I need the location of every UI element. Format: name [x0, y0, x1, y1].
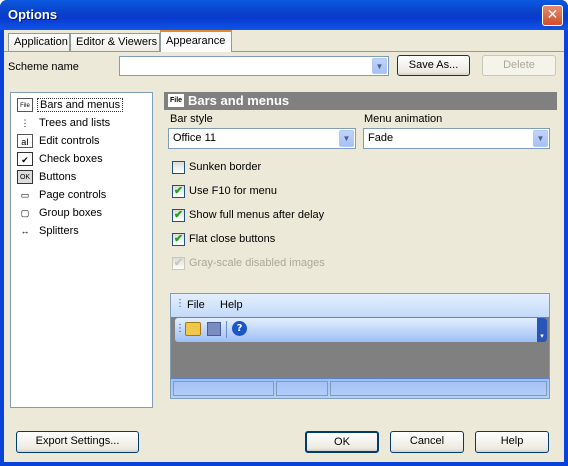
preview-menu-help: Help — [220, 299, 243, 311]
tree-item-label: Buttons — [39, 171, 77, 183]
tree-item-buttons[interactable]: OK Buttons — [17, 168, 78, 186]
open-folder-icon — [185, 322, 201, 336]
tree-item-label: Page controls — [39, 189, 107, 201]
group-box-icon: ▢ — [20, 208, 30, 219]
tree-item-page-controls[interactable]: ▭ Page controls — [17, 186, 108, 204]
window-frame-right — [564, 30, 568, 466]
title-bar[interactable]: Options ✕ — [0, 0, 568, 30]
chevron-down-icon[interactable]: ▼ — [533, 130, 548, 147]
scheme-name-label: Scheme name — [8, 61, 79, 73]
checkbox-icon: ✔ — [17, 152, 33, 167]
grip-icon: ⋮ — [175, 298, 185, 309]
checkbox-label: Sunken border — [189, 161, 262, 173]
checkbox-label: Use F10 for menu — [189, 185, 278, 197]
checkbox-label: Flat close buttons — [189, 233, 276, 245]
checkbox-label: Show full menus after delay — [189, 209, 325, 221]
tree-item-label: Edit controls — [39, 135, 100, 147]
page-control-icon: ▭ — [20, 190, 30, 201]
bars-menus-icon: File — [168, 94, 184, 107]
cancel-button[interactable]: Cancel — [390, 431, 464, 453]
status-panel — [330, 381, 547, 396]
tab-appearance[interactable]: Appearance — [160, 30, 232, 52]
checkbox-unchecked-icon — [172, 160, 185, 174]
section-header: File Bars and menus — [164, 92, 557, 110]
checkbox-label: Gray-scale disabled images — [189, 257, 325, 269]
dialog-client: Application Editor & Viewers Appearance … — [4, 30, 564, 462]
toolbar-separator — [226, 321, 227, 338]
tree-item-label: Bars and menus — [37, 98, 124, 112]
checkmark-icon: ✔ — [172, 208, 185, 222]
use-f10-checkbox[interactable]: ✔ Use F10 for menu — [172, 183, 277, 199]
scheme-name-combo[interactable]: ▼ — [119, 56, 389, 76]
save-as-button[interactable]: Save As... — [397, 55, 470, 76]
section-title: Bars and menus — [188, 93, 290, 108]
bar-style-value: Office 11 — [173, 132, 217, 144]
appearance-panel: Scheme name ▼ Save As... Delete File Bars… — [4, 51, 564, 444]
preview-menu-file: File — [187, 299, 205, 311]
button-icon: OK — [17, 170, 33, 185]
tab-editor-viewers[interactable]: Editor & Viewers — [70, 33, 160, 52]
tree-item-label: Trees and lists — [39, 117, 111, 129]
toolbar-overflow-icon: ▾ — [537, 318, 547, 342]
tree-item-label: Splitters — [39, 225, 79, 237]
checkmark-icon: ✔ — [172, 256, 185, 270]
export-settings-button[interactable]: Export Settings... — [16, 431, 139, 453]
menu-animation-value: Fade — [368, 132, 394, 144]
edit-control-icon: aI — [17, 134, 33, 149]
bar-preview: ⋮ File Help ⋮ ? ▾ — [170, 293, 550, 399]
tree-item-bars-and-menus[interactable]: File Bars and menus — [17, 96, 124, 114]
tree-item-splitters[interactable]: ↔ Splitters — [17, 222, 81, 240]
options-dialog: Options ✕ Application Editor & Viewers A… — [0, 0, 568, 466]
chevron-down-icon[interactable]: ▼ — [339, 130, 354, 147]
window-frame-bottom — [0, 462, 568, 466]
tree-item-check-boxes[interactable]: ✔ Check boxes — [17, 150, 105, 168]
show-full-menus-checkbox[interactable]: ✔ Show full menus after delay — [172, 207, 324, 223]
category-tree[interactable]: File Bars and menus ⋮ Trees and lists aI Ed… — [10, 92, 153, 408]
tree-item-group-boxes[interactable]: ▢ Group boxes — [17, 204, 104, 222]
save-disk-icon — [207, 322, 221, 336]
preview-statusbar — [171, 378, 549, 398]
close-button[interactable]: ✕ — [542, 5, 563, 26]
grayscale-disabled-images-checkbox: ✔ Gray-scale disabled images — [172, 255, 325, 271]
checkmark-icon: ✔ — [172, 184, 185, 198]
preview-menubar: ⋮ File Help — [171, 294, 549, 317]
grip-icon: ⋮ — [175, 323, 185, 334]
sunken-border-checkbox[interactable]: Sunken border — [172, 159, 261, 175]
menu-animation-combo[interactable]: Fade ▼ — [363, 128, 550, 149]
tree-item-label: Group boxes — [39, 207, 102, 219]
tree-item-trees-and-lists[interactable]: ⋮ Trees and lists — [17, 114, 112, 132]
checkmark-icon: ✔ — [172, 232, 185, 246]
tree-icon: ⋮ — [20, 118, 30, 129]
menu-animation-label: Menu animation — [364, 113, 443, 125]
bar-style-combo[interactable]: Office 11 ▼ — [168, 128, 356, 149]
bar-style-label: Bar style — [170, 113, 213, 125]
ok-button[interactable]: OK — [305, 431, 379, 453]
bars-menus-icon: File — [17, 98, 33, 113]
splitter-icon: ↔ — [20, 226, 30, 237]
tree-item-edit-controls[interactable]: aI Edit controls — [17, 132, 102, 150]
tab-application[interactable]: Application — [8, 33, 70, 52]
status-panel — [276, 381, 328, 396]
help-button[interactable]: Help — [475, 431, 549, 453]
tree-item-label: Check boxes — [39, 153, 103, 165]
delete-button[interactable]: Delete — [482, 55, 556, 76]
help-icon: ? — [232, 321, 247, 336]
flat-close-buttons-checkbox[interactable]: ✔ Flat close buttons — [172, 231, 275, 247]
window-title: Options — [8, 7, 58, 22]
preview-toolbar: ⋮ ? ▾ — [175, 318, 547, 342]
chevron-down-icon[interactable]: ▼ — [372, 58, 387, 74]
status-panel — [173, 381, 274, 396]
